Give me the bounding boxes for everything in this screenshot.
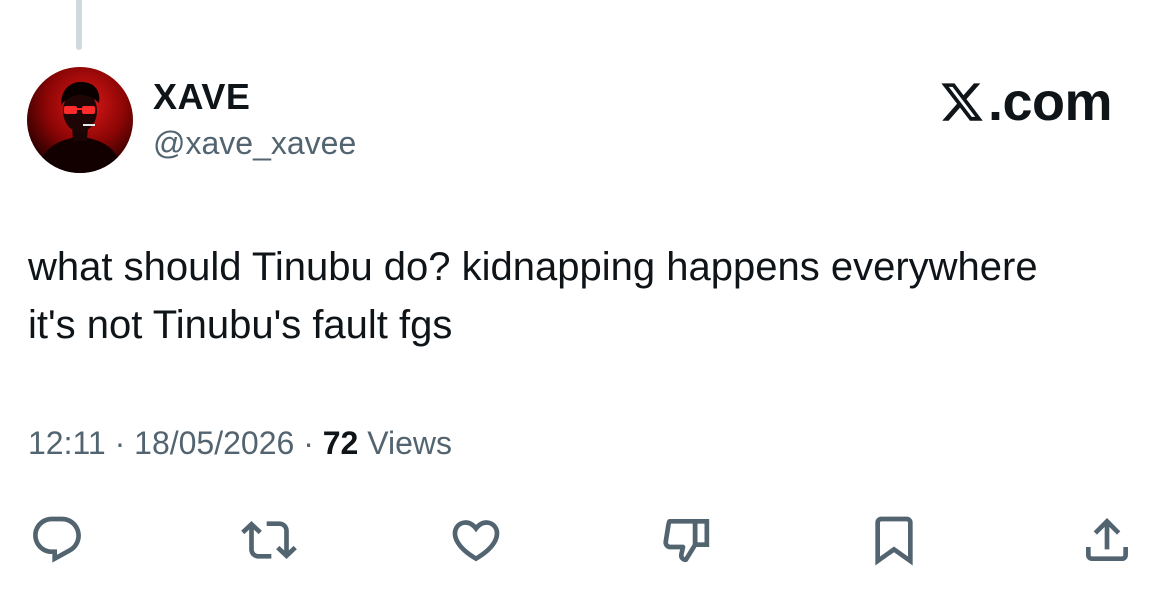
share-icon — [1086, 518, 1128, 561]
x-logo-icon — [941, 83, 983, 121]
avatar[interactable] — [27, 67, 133, 173]
tweet-action-bar — [0, 510, 1170, 570]
brand-domain-text: .com — [987, 72, 1113, 132]
retweet-icon — [241, 521, 297, 559]
author-handle[interactable]: @xave_xavee — [153, 125, 356, 162]
tweet-text: what should Tinubu do? kidnapping happen… — [28, 245, 1038, 347]
views-label: Views — [358, 425, 452, 461]
dislike-icon — [663, 519, 710, 563]
meta-separator: · — [303, 425, 314, 461]
author-display-name[interactable]: XAVE — [153, 76, 250, 118]
tweet-meta: 12:11 · 18/05/2026 · 72 Views — [28, 425, 452, 462]
thread-connector-line — [76, 0, 82, 50]
views-count[interactable]: 72 — [323, 425, 359, 461]
tweet-time[interactable]: 12:11 — [28, 425, 106, 461]
reply-button[interactable] — [25, 510, 89, 570]
brand-watermark: .com — [938, 70, 1113, 134]
avatar-portrait-icon — [37, 81, 123, 173]
share-button[interactable] — [1075, 510, 1139, 570]
reply-icon — [33, 516, 81, 563]
bookmark-button[interactable] — [862, 510, 926, 570]
tweet-date[interactable]: 18/05/2026 — [134, 425, 294, 461]
like-button[interactable] — [444, 510, 508, 570]
like-icon — [452, 520, 500, 562]
meta-separator: · — [114, 425, 126, 461]
retweet-button[interactable] — [237, 510, 301, 570]
bookmark-icon — [875, 516, 913, 566]
dislike-button[interactable] — [655, 510, 719, 570]
